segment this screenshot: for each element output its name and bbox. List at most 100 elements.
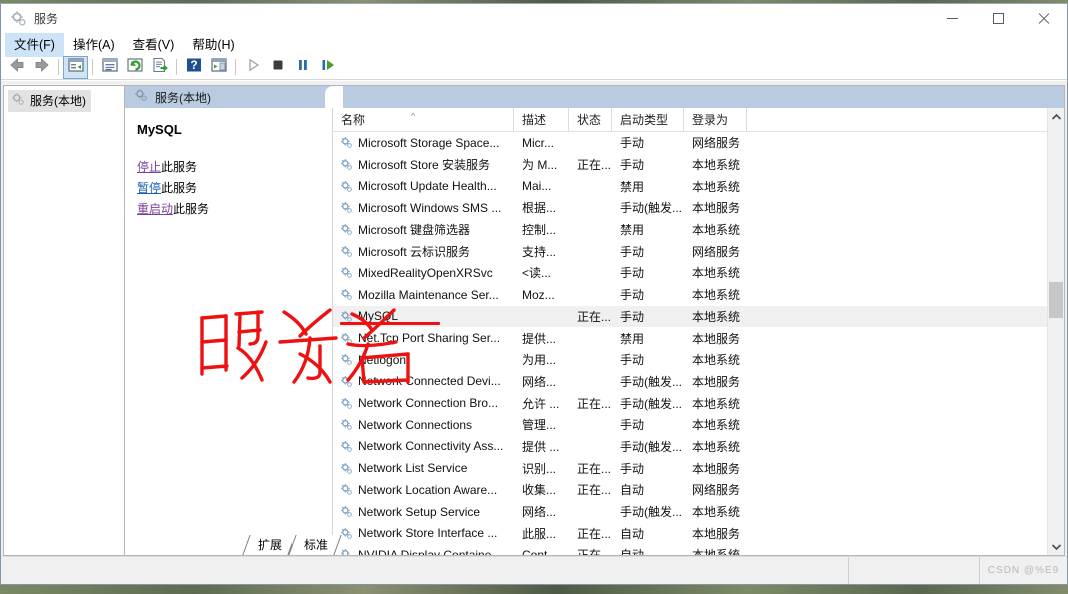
cell-startup_type: 禁用	[620, 331, 645, 346]
status-cell-1	[1, 557, 849, 584]
menu-item-2[interactable]: 查看(V)	[124, 31, 184, 57]
cell-log_on_as: 本地服务	[692, 461, 741, 476]
cell-name: Microsoft Windows SMS ...	[333, 201, 514, 215]
table-row[interactable]: MixedRealityOpenXRSvc <读... 手动 本地系统	[333, 262, 1064, 284]
stop-service-icon	[269, 56, 287, 79]
table-row[interactable]: Network Connected Devi... 网络... 手动(触发... 本地…	[333, 371, 1064, 393]
table-row[interactable]: Network Connection Bro... 允许 ... 正在... 手动(触…	[333, 392, 1064, 414]
show-action-pane-button[interactable]	[206, 56, 231, 79]
menu-item-1[interactable]: 操作(A)	[64, 31, 124, 57]
close-button[interactable]	[1021, 4, 1067, 33]
restart-service-button[interactable]	[315, 56, 340, 79]
cell-description: 允许 ...	[522, 396, 560, 411]
cell-description: 控制...	[522, 223, 557, 238]
services-gear-icon	[10, 10, 27, 27]
service-gear-icon	[340, 266, 353, 279]
table-row[interactable]: Microsoft Update Health... Mai... 禁用 本地系统	[333, 175, 1064, 197]
view-tab-1[interactable]: 标准	[292, 535, 339, 555]
service-link-2[interactable]: 重启动此服务	[137, 201, 322, 217]
service-link-action[interactable]: 重启动	[137, 202, 173, 216]
service-gear-icon	[340, 310, 353, 323]
menu-item-0[interactable]: 文件(F)	[5, 31, 64, 57]
forward-arrow-button[interactable]	[29, 56, 54, 79]
cell-status: 正在...	[569, 546, 612, 555]
forward-arrow-icon	[33, 56, 51, 79]
cell-name: Mozilla Maintenance Ser...	[333, 288, 514, 302]
service-link-action[interactable]: 停止	[137, 160, 161, 174]
table-row[interactable]: Mozilla Maintenance Ser... Moz... 手动 本地系统	[333, 284, 1064, 306]
service-gear-icon	[340, 223, 353, 236]
maximize-button[interactable]	[975, 4, 1021, 33]
table-row[interactable]: Microsoft Windows SMS ... 根据... 手动(触发... 本地…	[333, 197, 1064, 219]
show-hide-console-tree-icon	[67, 56, 85, 79]
table-row[interactable]: Microsoft Store 安装服务 为 M... 正在... 手动 本地系统	[333, 154, 1064, 176]
show-hide-console-tree-button[interactable]	[63, 55, 88, 79]
stop-service-button[interactable]	[265, 56, 290, 79]
menu-item-3[interactable]: 帮助(H)	[183, 31, 243, 57]
cell-description: 网络...	[522, 374, 557, 389]
cell-log_on_as: 本地系统	[692, 158, 741, 173]
back-arrow-icon	[8, 56, 26, 79]
svg-text:?: ?	[190, 58, 197, 72]
service-link-action[interactable]: 暂停	[137, 181, 161, 195]
scrollbar-track[interactable]	[1048, 125, 1064, 538]
cell-log_on_as: 本地系统	[684, 546, 747, 555]
service-link-1[interactable]: 暂停此服务	[137, 180, 322, 196]
table-row[interactable]: Network Connectivity Ass... 提供 ... 手动(触发..…	[333, 436, 1064, 458]
refresh-button[interactable]	[122, 56, 147, 79]
column-header-name[interactable]: 名称 ^	[333, 108, 514, 131]
content-area: 服务(本地) 服务(本地) MySQL 停止此服务 暂停此服务 重启动此服务 名…	[1, 81, 1067, 556]
cell-status: 正在...	[577, 461, 612, 476]
service-link-suffix: 此服务	[173, 202, 210, 216]
service-name-label: Netlogon	[358, 352, 407, 367]
service-name-label: Network Location Aware...	[358, 482, 498, 497]
table-row[interactable]: Microsoft 键盘筛选器 控制... 禁用 本地系统	[333, 219, 1064, 241]
cell-startup_type: 自动	[620, 526, 645, 541]
scrollbar-thumb[interactable]	[1049, 281, 1063, 318]
table-row[interactable]: Microsoft Storage Space... Micr... 手动 网络服务	[333, 132, 1064, 154]
tree-node-services-local[interactable]: 服务(本地)	[8, 90, 91, 112]
table-row[interactable]: Net.Tcp Port Sharing Ser... 提供... 禁用 本地服务	[333, 327, 1064, 349]
table-row[interactable]: MySQL 正在... 手动 本地系统	[333, 305, 1064, 328]
cell-name: Microsoft Store 安装服务	[333, 156, 514, 173]
cell-description: 识别...	[522, 461, 557, 476]
vertical-scrollbar[interactable]	[1047, 108, 1064, 555]
table-row[interactable]: Network Setup Service 网络... 手动(触发... 本地系统	[333, 501, 1064, 523]
column-header-log_on_as[interactable]: 登录为	[684, 108, 747, 131]
refresh-icon	[126, 56, 144, 79]
menu-bar: 文件(F) 操作(A) 查看(V) 帮助(H)	[1, 31, 1067, 57]
view-tab-0[interactable]: 扩展	[246, 535, 293, 555]
service-gear-icon	[340, 288, 353, 301]
properties-button[interactable]	[97, 56, 122, 79]
service-link-0[interactable]: 停止此服务	[137, 159, 322, 175]
start-service-button[interactable]	[240, 56, 265, 79]
column-header-status[interactable]: 状态	[569, 108, 612, 131]
column-header-description[interactable]: 描述	[514, 108, 569, 131]
cell-startup_type: 手动(触发...	[620, 374, 682, 389]
service-gear-icon	[340, 483, 353, 496]
table-row[interactable]: Network Connections 管理... 手动 本地系统	[333, 414, 1064, 436]
back-arrow-button[interactable]	[4, 56, 29, 79]
table-row[interactable]: Microsoft 云标识服务 支持... 手动 网络服务	[333, 240, 1064, 262]
list-rows: Microsoft Storage Space... Micr... 手动 网络服务 M…	[333, 132, 1064, 555]
scroll-up-button[interactable]	[1048, 108, 1064, 125]
column-header-label: 启动类型	[620, 113, 669, 127]
service-name-label: Microsoft 云标识服务	[358, 244, 471, 259]
table-row[interactable]: Network List Service 识别... 正在... 手动 本地服务	[333, 457, 1064, 479]
cell-startup_type: 手动	[620, 461, 645, 476]
table-row[interactable]: Netlogon 为用... 手动 本地系统	[333, 349, 1064, 371]
help-button[interactable]: ?	[181, 56, 206, 79]
export-list-button[interactable]	[147, 56, 172, 79]
pause-service-button[interactable]	[290, 56, 315, 79]
service-name-label: Network Connectivity Ass...	[358, 439, 504, 454]
service-link-suffix: 此服务	[161, 181, 198, 195]
cell-description: Cont...	[522, 547, 558, 555]
scroll-down-button[interactable]	[1048, 538, 1064, 555]
cell-startup_type: 手动	[620, 266, 645, 281]
minimize-button[interactable]	[929, 4, 975, 33]
table-row[interactable]: Network Location Aware... 收集... 正在... 自动 网络服…	[333, 479, 1064, 501]
service-name-label: Network Connected Devi...	[358, 374, 501, 389]
cell-status: 正在...	[577, 309, 612, 324]
pause-service-icon	[294, 56, 312, 79]
column-header-startup_type[interactable]: 启动类型	[612, 108, 684, 131]
